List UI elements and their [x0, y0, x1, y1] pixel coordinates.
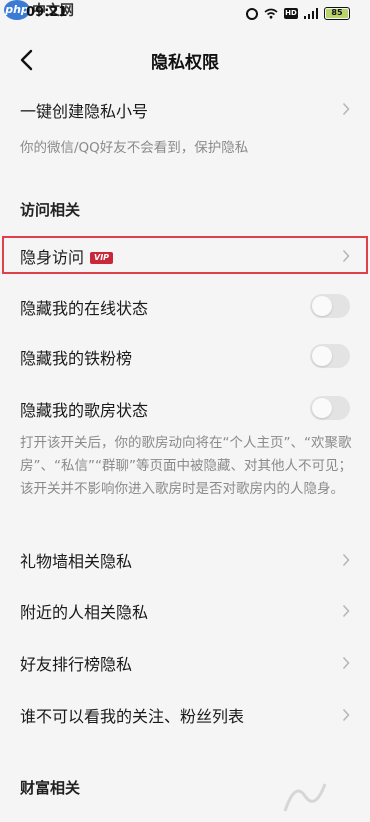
invisible-visit-label: 隐身访问	[20, 248, 85, 267]
battery-icon: 85	[324, 7, 350, 20]
chevron-right-icon	[342, 249, 350, 263]
signal-icon	[304, 8, 318, 19]
toggle-knob	[312, 296, 332, 316]
create-private-account-label: 一键创建隐私小号	[20, 102, 149, 121]
toggle-knob	[312, 346, 332, 366]
gift-wall-privacy-label: 礼物墙相关隐私	[20, 552, 133, 571]
gift-wall-privacy-item[interactable]: 礼物墙相关隐私	[0, 548, 370, 572]
friend-ranking-privacy-item[interactable]: 好友排行榜隐私	[0, 651, 370, 675]
watermark-graphic	[283, 783, 327, 812]
page-title: 隐私权限	[151, 53, 219, 73]
battery-level: 85	[326, 9, 348, 18]
hide-fans-list-label: 隐藏我的铁粉榜	[20, 349, 133, 368]
status-bar: php 中文网 09:21 HD 85	[0, 0, 370, 30]
hide-online-status-item: 隐藏我的在线状态	[0, 294, 370, 320]
alarm-icon	[246, 7, 258, 20]
hd-icon: HD	[284, 8, 298, 19]
chevron-right-icon	[342, 604, 350, 618]
hide-room-status-item: 隐藏我的歌房状态	[0, 396, 370, 422]
create-private-account-desc: 你的微信/QQ好友不会看到，保护隐私	[20, 140, 249, 156]
follow-fans-list-privacy-item[interactable]: 谁不可以看我的关注、粉丝列表	[0, 703, 370, 727]
hide-room-status-toggle[interactable]	[310, 396, 350, 420]
create-private-account-item[interactable]: 一键创建隐私小号 你的微信/QQ好友不会看到，保护隐私	[0, 98, 370, 158]
invisible-visit-item[interactable]: 隐身访问 VIP	[0, 244, 370, 268]
follow-fans-list-privacy-label: 谁不可以看我的关注、粉丝列表	[20, 707, 245, 726]
hide-online-status-label: 隐藏我的在线状态	[20, 299, 149, 318]
chevron-right-icon	[342, 553, 350, 567]
invisible-visit-title: 隐身访问 VIP	[20, 244, 114, 268]
chevron-right-icon	[342, 708, 350, 722]
status-time: 09:21	[26, 5, 68, 20]
header: 隐私权限	[0, 38, 370, 82]
nearby-people-privacy-label: 附近的人相关隐私	[20, 603, 149, 622]
nearby-people-privacy-item[interactable]: 附近的人相关隐私	[0, 599, 370, 623]
section-title-access: 访问相关	[20, 201, 81, 219]
hide-fans-list-item: 隐藏我的铁粉榜	[0, 344, 370, 370]
friend-ranking-privacy-label: 好友排行榜隐私	[20, 655, 133, 674]
section-title-wealth: 财富相关	[20, 779, 81, 797]
hide-fans-list-toggle[interactable]	[310, 344, 350, 368]
vip-badge: VIP	[90, 252, 114, 264]
toggle-knob	[312, 398, 332, 418]
hide-online-status-toggle[interactable]	[310, 294, 350, 318]
wifi-icon	[264, 8, 278, 19]
status-icons: HD 85	[246, 7, 350, 20]
hide-room-status-label: 隐藏我的歌房状态	[20, 401, 149, 420]
chevron-right-icon	[342, 102, 350, 116]
hide-room-status-description: 打开该开关后，你的歌房动向将在“个人主页”、“欢聚歌房”、“私信”“群聊”等页面…	[20, 435, 352, 497]
chevron-right-icon	[342, 656, 350, 670]
privacy-settings-page: php 中文网 09:21 HD 85 隐私权限 一键创建隐私小号 你的微信/Q…	[0, 0, 370, 822]
